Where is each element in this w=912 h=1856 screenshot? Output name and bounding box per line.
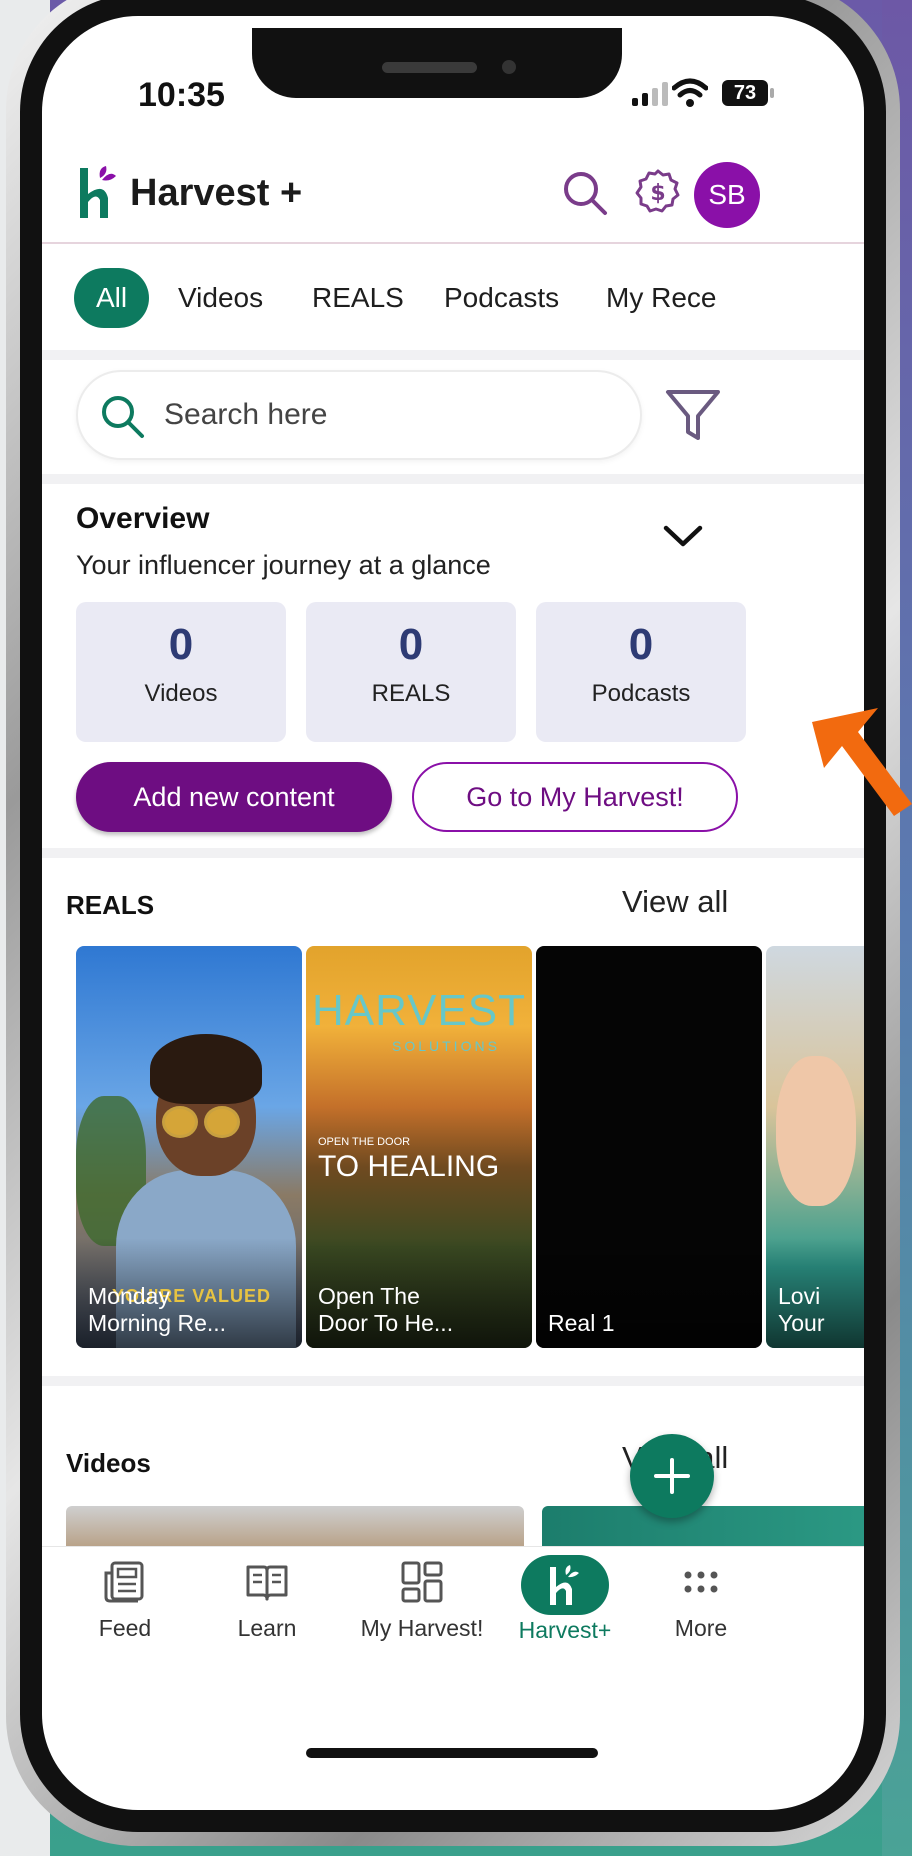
search-icon <box>102 396 144 438</box>
divider <box>42 350 864 360</box>
nav-feed[interactable]: Feed <box>60 1559 190 1642</box>
divider <box>42 848 864 858</box>
overview-subtitle: Your influencer journey at a glance <box>76 550 491 580</box>
video-thumbnail[interactable] <box>66 1506 524 1546</box>
grid-icon <box>401 1561 443 1603</box>
stat-videos: 0 Videos <box>76 602 286 742</box>
nav-label: Harvest+ <box>518 1617 612 1643</box>
search-input[interactable]: Search here <box>76 370 642 460</box>
go-to-my-harvest-button[interactable]: Go to My Harvest! <box>412 762 738 832</box>
stat-value: 0 <box>628 620 654 669</box>
add-new-content-button[interactable]: Add new content <box>76 762 392 832</box>
tab-all[interactable]: All <box>74 268 150 328</box>
tab-podcasts[interactable]: Podcasts <box>444 268 559 328</box>
app-header: Harvest + $ SB <box>42 134 864 244</box>
card-pretitle: OPEN THE DOOR <box>318 1136 411 1148</box>
harvest-logo-icon <box>80 166 116 218</box>
add-fab-button[interactable] <box>630 1434 714 1518</box>
card-brand-text: HARVEST <box>312 986 527 1035</box>
nav-my-harvest[interactable]: My Harvest! <box>342 1559 502 1642</box>
divider <box>42 1376 864 1386</box>
card-caption: Open The Door To He... <box>318 1282 454 1337</box>
card-image <box>150 1034 262 1104</box>
video-thumbnail[interactable] <box>542 1506 864 1546</box>
plus-icon <box>654 1458 690 1494</box>
bottom-navigation: Feed Learn My Harvest! Harvest+ More <box>42 1546 864 1664</box>
app-title: Harvest + <box>130 172 303 214</box>
nav-harvest-plus[interactable]: Harvest+ <box>500 1555 630 1644</box>
nav-label: More <box>674 1615 728 1641</box>
arrow-annotation-icon <box>812 708 912 816</box>
phone-frame: 10:35 73 Harvest + $ SB All Videos REALS… <box>6 0 900 1846</box>
card-caption: Lovi Your <box>778 1282 825 1337</box>
book-icon <box>246 1565 288 1601</box>
speaker-grille <box>382 62 477 73</box>
chevron-down-icon[interactable] <box>660 520 706 552</box>
nav-active-indicator <box>521 1555 609 1615</box>
tab-videos[interactable]: Videos <box>178 268 263 328</box>
card-caption: Real 1 <box>548 1310 615 1337</box>
card-caption: Monday Morning Re... <box>88 1282 227 1337</box>
reals-section-title: REALS <box>66 890 155 920</box>
app-screen: 10:35 73 Harvest + $ SB All Videos REALS… <box>42 16 864 1810</box>
svg-text:$: $ <box>650 181 665 206</box>
nav-label: Feed <box>98 1615 152 1641</box>
divider <box>42 474 864 484</box>
tab-reals[interactable]: REALS <box>312 268 404 328</box>
real-card[interactable]: YOU'RE VALUED Monday Morning Re... <box>76 946 302 1348</box>
stat-podcasts: 0 Podcasts <box>536 602 746 742</box>
avatar[interactable]: SB <box>694 162 760 228</box>
status-bar: 10:35 73 <box>42 16 864 126</box>
nav-label: My Harvest! <box>360 1615 484 1641</box>
phone-bezel: 10:35 73 Harvest + $ SB All Videos REALS… <box>20 0 886 1832</box>
stat-value: 0 <box>398 620 424 669</box>
reals-view-all-link[interactable]: View all <box>622 884 728 920</box>
real-card[interactable]: Real 1 <box>536 946 762 1348</box>
nav-more[interactable]: More <box>636 1559 766 1642</box>
overview-title: Overview <box>76 502 210 535</box>
coin-icon[interactable]: $ <box>634 168 682 216</box>
feed-icon <box>104 1561 144 1603</box>
wifi-icon <box>672 78 708 107</box>
home-indicator <box>306 1748 598 1758</box>
card-image <box>204 1106 240 1138</box>
stat-value: 0 <box>168 620 194 669</box>
real-card[interactable]: Lovi Your <box>766 946 864 1348</box>
stat-label: REALS <box>371 680 451 707</box>
notch <box>252 28 622 98</box>
stat-reals: 0 REALS <box>306 602 516 742</box>
card-headline: TO HEALING <box>318 1150 500 1183</box>
nav-label: Learn <box>237 1615 297 1641</box>
card-image <box>776 1056 856 1206</box>
card-image <box>162 1106 198 1138</box>
harvest-logo-icon <box>550 1565 579 1605</box>
stat-label: Videos <box>144 680 218 707</box>
category-tabs: All Videos REALS Podcasts My Recei <box>42 248 864 348</box>
tab-my-recent[interactable]: My Recei <box>606 268 716 328</box>
videos-section-title: Videos <box>66 1448 151 1478</box>
search-icon[interactable] <box>562 170 608 216</box>
card-brand-subtext: SOLUTIONS <box>392 1038 500 1054</box>
more-icon <box>684 1571 718 1593</box>
front-camera <box>502 60 516 74</box>
real-card[interactable]: HARVEST SOLUTIONS OPEN THE DOOR TO HEALI… <box>306 946 532 1348</box>
battery-icon: 73 <box>722 80 774 106</box>
filter-icon[interactable] <box>664 386 722 444</box>
status-time: 10:35 <box>138 76 225 114</box>
search-placeholder: Search here <box>164 398 328 431</box>
nav-learn[interactable]: Learn <box>202 1559 332 1642</box>
stat-label: Podcasts <box>591 680 691 707</box>
cellular-signal-icon <box>632 82 668 106</box>
